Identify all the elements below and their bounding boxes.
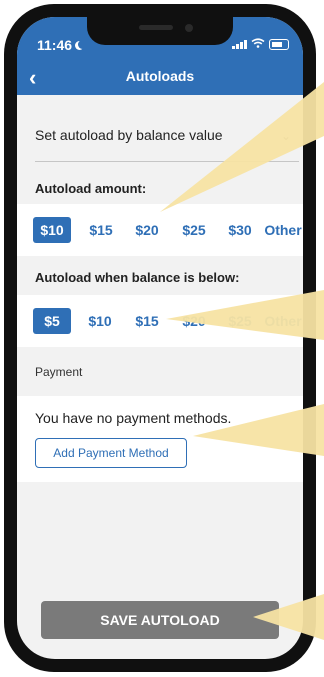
save-autoload-button[interactable]: SAVE AUTOLOAD (41, 601, 279, 639)
status-time: 11:46 (37, 37, 87, 53)
wifi-icon (251, 37, 265, 51)
payment-label: Payment (35, 365, 83, 379)
autoload-mode-value: Set autoload by balance value (35, 127, 223, 143)
amount-option-other[interactable]: Other (261, 217, 303, 243)
amount-option-30[interactable]: $30 (222, 217, 258, 243)
threshold-option-25[interactable]: $25 (222, 308, 258, 334)
speaker-grille (139, 25, 173, 30)
no-payment-message: You have no payment methods. (35, 410, 232, 426)
threshold-title: Autoload when balance is below: (35, 270, 240, 285)
threshold-option-15[interactable]: $15 (129, 308, 165, 334)
app-screen: 11:46 ‹ Autoloads Set autoload by balanc… (17, 17, 303, 659)
autoload-mode-select[interactable]: Set autoload by balance value ⌄ (35, 127, 299, 162)
device-notch (87, 17, 233, 45)
battery-icon (269, 38, 289, 50)
threshold-option-5[interactable]: $5 (33, 308, 71, 334)
threshold-option-20[interactable]: $20 (176, 308, 212, 334)
phone-frame: 11:46 ‹ Autoloads Set autoload by balanc… (4, 4, 316, 672)
threshold-options: $5 $10 $15 $20 $25 Other (17, 295, 303, 347)
front-camera (185, 24, 193, 32)
signal-icon (232, 39, 247, 49)
add-payment-method-button[interactable]: Add Payment Method (35, 438, 187, 468)
threshold-option-other[interactable]: Other (261, 308, 303, 334)
page-title: Autoloads (125, 68, 195, 84)
amount-option-10[interactable]: $10 (33, 217, 71, 243)
amount-option-20[interactable]: $20 (129, 217, 165, 243)
status-icons (232, 37, 289, 51)
amount-option-15[interactable]: $15 (83, 217, 119, 243)
moon-icon (78, 40, 87, 49)
chevron-down-icon: ⌄ (280, 129, 291, 143)
payment-panel: You have no payment methods. Add Payment… (17, 396, 303, 482)
autoload-amount-options: $10 $15 $20 $25 $30 Other (17, 204, 303, 256)
amount-option-25[interactable]: $25 (176, 217, 212, 243)
autoload-amount-title: Autoload amount: (35, 181, 147, 196)
threshold-option-10[interactable]: $10 (81, 308, 119, 334)
